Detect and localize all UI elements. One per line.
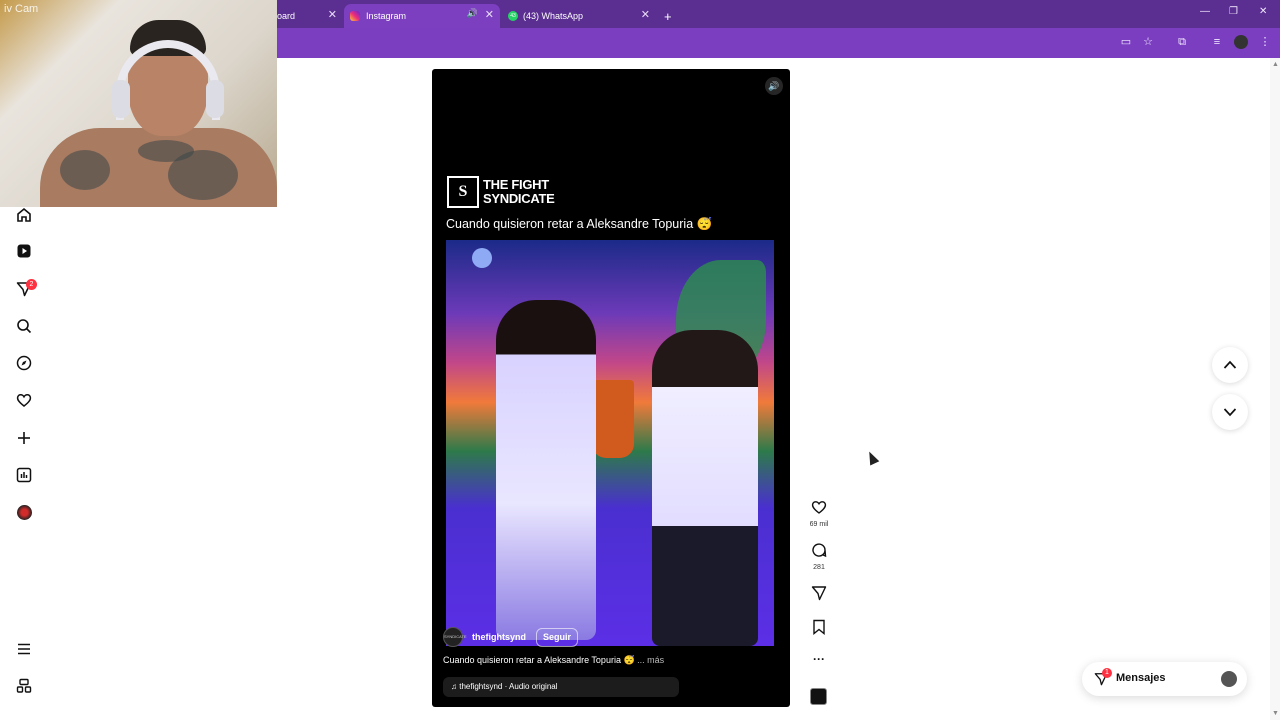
reel-user-avatar[interactable]: SYNDICATE: [443, 627, 467, 647]
tab-label: oard: [277, 11, 296, 21]
tab-label: (43) WhatsApp: [523, 11, 584, 21]
scroll-down-icon[interactable]: ▼: [1272, 710, 1279, 717]
cast-icon[interactable]: ▭: [1119, 35, 1133, 49]
caption-text: Cuando quisieron retar a Aleksandre Topu…: [443, 655, 635, 665]
brand-name: THE FIGHT SYNDICATE: [483, 177, 555, 206]
like-count: 69 mil: [809, 521, 829, 528]
notification-badge: 2: [26, 279, 37, 290]
search-icon[interactable]: [16, 318, 32, 334]
save-button[interactable]: [809, 619, 829, 640]
extensions-icon[interactable]: ⧉: [1175, 35, 1189, 49]
person-left: [496, 300, 596, 640]
speaker-icon[interactable]: 🔊: [467, 8, 478, 19]
menu-icon[interactable]: [16, 641, 32, 657]
explore-icon[interactable]: [16, 355, 32, 371]
chevron-up-icon: [1223, 360, 1237, 369]
tab-instagram[interactable]: Instagram 🔊 ✕: [344, 4, 500, 28]
close-tab-icon[interactable]: ✕: [328, 8, 337, 21]
sound-icon[interactable]: 🔊: [765, 77, 783, 95]
follow-button[interactable]: Seguir: [536, 628, 579, 647]
restore-icon[interactable]: ❐: [1229, 6, 1238, 17]
audio-pill[interactable]: ♫ thefightsynd · Audio original: [443, 677, 679, 697]
comment-button[interactable]: 281: [809, 542, 829, 571]
close-tab-icon[interactable]: ✕: [485, 8, 494, 21]
like-button[interactable]: 69 mil: [809, 499, 829, 528]
reels-icon[interactable]: [16, 243, 32, 259]
webcam-overlay: iv Cam: [0, 0, 277, 207]
profile-avatar[interactable]: [17, 505, 32, 520]
close-window-icon[interactable]: ✕: [1259, 6, 1267, 17]
tab-label: Instagram: [366, 11, 407, 21]
next-reel-button[interactable]: [1212, 394, 1248, 430]
messages-badge: 1: [1102, 668, 1112, 678]
reel-caption: Cuando quisieron retar a Aleksandre Topu…: [443, 655, 664, 666]
tab-dashboard[interactable]: oard ✕: [277, 4, 343, 28]
reel-username[interactable]: thefightsynd: [472, 632, 526, 642]
scrollbar[interactable]: ▲ ▼: [1270, 58, 1280, 720]
kebab-menu-icon[interactable]: ⋮: [1258, 35, 1272, 49]
message-avatar: [1221, 671, 1237, 687]
audio-thumbnail[interactable]: [810, 688, 827, 705]
share-icon: [811, 586, 827, 601]
whatsapp-icon: 43: [508, 11, 518, 21]
heart-icon[interactable]: [16, 392, 32, 408]
video-frame[interactable]: [446, 240, 774, 646]
messages-button[interactable]: 1 Mensajes: [1082, 662, 1247, 696]
reel-headline: Cuando quisieron retar a Aleksandre Topu…: [446, 217, 713, 231]
media-control-icon[interactable]: ≡: [1210, 35, 1224, 49]
heart-icon: [811, 501, 827, 514]
profile-icon[interactable]: [1234, 35, 1248, 49]
bookmark-star-icon[interactable]: ☆: [1141, 35, 1155, 49]
more-apps-icon[interactable]: [16, 678, 32, 694]
bookmark-icon: [813, 619, 825, 635]
webcam-label: iv Cam: [4, 3, 39, 15]
dashboard-icon[interactable]: [16, 467, 32, 483]
previous-reel-button[interactable]: [1212, 347, 1248, 383]
more-options-icon[interactable]: ···: [809, 652, 829, 666]
scroll-up-icon[interactable]: ▲: [1272, 61, 1279, 68]
close-tab-icon[interactable]: ✕: [641, 8, 650, 21]
reel-player[interactable]: 🔊 S THE FIGHT SYNDICATE Cuando quisieron…: [432, 69, 790, 707]
messages-label: Mensajes: [1116, 672, 1166, 684]
instagram-icon: [350, 11, 360, 21]
brand-logo: S: [447, 176, 479, 208]
chevron-down-icon: [1223, 408, 1237, 417]
create-icon[interactable]: [16, 430, 32, 446]
new-tab-button[interactable]: +: [664, 4, 678, 28]
tab-whatsapp[interactable]: 43 (43) WhatsApp ✕: [506, 4, 656, 28]
comment-icon: [812, 543, 827, 558]
share-button[interactable]: [809, 585, 829, 606]
person-right: [652, 330, 758, 646]
minimize-icon[interactable]: —: [1200, 6, 1210, 17]
more-link[interactable]: ... más: [637, 655, 664, 665]
home-icon[interactable]: [16, 207, 32, 223]
comment-count: 281: [813, 564, 825, 571]
